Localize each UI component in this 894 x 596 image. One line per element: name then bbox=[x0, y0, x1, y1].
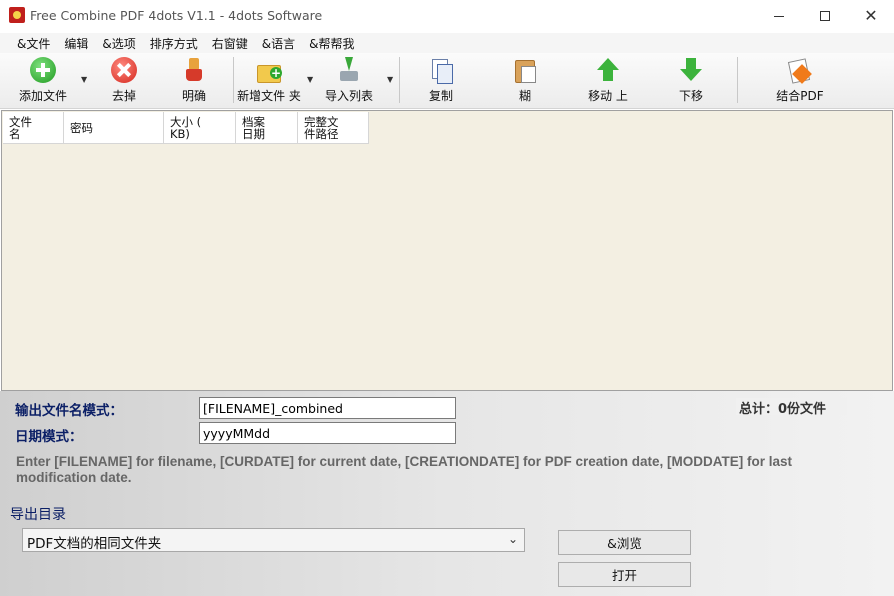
pattern-hint-text: Enter [FILENAME] for filename, [CURDATE]… bbox=[16, 454, 793, 485]
move-down-button[interactable]: 下移 bbox=[664, 55, 718, 105]
menu-options[interactable]: &选项 bbox=[95, 35, 142, 52]
add-folder-dropdown-icon[interactable]: ▼ bbox=[307, 75, 313, 84]
add-folder-label: 新增文件 夹 bbox=[237, 89, 301, 103]
combine-pdf-label: 结合PDF bbox=[776, 89, 824, 103]
import-list-dropdown-icon[interactable]: ▼ bbox=[387, 75, 393, 84]
output-options-panel: 输出文件名模式： 总计：0份文件 日期模式： Enter [FILENAME] … bbox=[0, 391, 894, 596]
column-header-filename[interactable]: 文件 名 bbox=[3, 112, 64, 144]
clear-label: 明确 bbox=[181, 89, 206, 103]
broom-icon bbox=[184, 57, 204, 83]
import-list-label: 导入列表 bbox=[324, 89, 373, 103]
column-header-size[interactable]: 大小 ( KB) bbox=[164, 112, 236, 144]
column-header-full-path[interactable]: 完整文 件路径 bbox=[298, 112, 369, 144]
column-header-password[interactable]: 密码 bbox=[64, 112, 164, 144]
menu-edit[interactable]: 编辑 bbox=[57, 35, 95, 52]
open-button[interactable]: 打开 bbox=[558, 562, 691, 587]
paste-label: 糊 bbox=[518, 89, 531, 103]
import-icon bbox=[336, 57, 362, 83]
arrow-up-icon bbox=[595, 57, 621, 83]
menu-right-click[interactable]: 右窗键 bbox=[205, 35, 255, 52]
arrow-down-icon bbox=[678, 57, 704, 83]
folder-plus-icon bbox=[256, 57, 282, 83]
add-folder-button[interactable]: 新增文件 夹 bbox=[236, 55, 302, 105]
date-pattern-input[interactable] bbox=[199, 422, 456, 444]
copy-icon bbox=[428, 57, 454, 84]
column-header-label: 档案 日期 bbox=[242, 115, 265, 141]
toolbar-separator bbox=[737, 57, 738, 103]
chevron-down-icon: ⌄ bbox=[507, 532, 518, 546]
date-pattern-label: 日期模式： bbox=[15, 429, 83, 445]
copy-button[interactable]: 复制 bbox=[414, 55, 468, 105]
column-header-label: 大小 ( KB) bbox=[170, 115, 202, 141]
column-header-label: 密码 bbox=[70, 121, 93, 135]
export-directory-value: PDF文档的相同文件夹 bbox=[27, 536, 162, 552]
add-files-button[interactable]: 添加文件 bbox=[10, 55, 76, 105]
plus-circle-icon bbox=[30, 57, 56, 83]
close-icon: ✕ bbox=[864, 6, 878, 25]
minimize-button[interactable] bbox=[756, 0, 802, 32]
minimize-icon bbox=[774, 15, 784, 17]
app-logo-icon bbox=[9, 7, 25, 23]
maximize-button[interactable] bbox=[802, 0, 848, 32]
toolbar: 添加文件 ▼ 去掉 明确 新增文件 夹 ▼ 导入列表 ▼ 复制 糊 移动 上 下… bbox=[0, 53, 894, 109]
output-filename-input[interactable] bbox=[199, 397, 456, 419]
column-header-label: 完整文 件路径 bbox=[304, 115, 339, 141]
remove-label: 去掉 bbox=[111, 89, 136, 103]
close-button[interactable]: ✕ bbox=[848, 0, 894, 32]
move-down-label: 下移 bbox=[678, 89, 703, 103]
title-bar: Free Combine PDF 4dots V1.1 - 4dots Soft… bbox=[0, 0, 894, 32]
column-header-label: 文件 名 bbox=[9, 115, 32, 141]
toolbar-separator bbox=[233, 57, 234, 103]
toolbar-separator bbox=[399, 57, 400, 103]
output-filename-label: 输出文件名模式： bbox=[15, 403, 123, 419]
add-files-label: 添加文件 bbox=[18, 89, 67, 103]
paste-button[interactable]: 糊 bbox=[498, 55, 552, 105]
copy-label: 复制 bbox=[428, 89, 453, 103]
combine-pdf-icon bbox=[787, 57, 813, 83]
maximize-icon bbox=[820, 11, 830, 21]
menu-sort[interactable]: 排序方式 bbox=[143, 35, 205, 52]
x-circle-icon bbox=[111, 57, 137, 83]
menu-bar: &文件 编辑 &选项 排序方式 右窗键 &语言 &帮帮我 bbox=[0, 33, 894, 53]
column-header-date[interactable]: 档案 日期 bbox=[236, 112, 298, 144]
window-title: Free Combine PDF 4dots V1.1 - 4dots Soft… bbox=[30, 8, 323, 23]
file-list[interactable]: 文件 名 密码 大小 ( KB) 档案 日期 完整文 件路径 bbox=[1, 110, 893, 391]
move-up-button[interactable]: 移动 上 bbox=[581, 55, 635, 105]
combine-pdf-button[interactable]: 结合PDF bbox=[770, 55, 830, 105]
move-up-label: 移动 上 bbox=[588, 89, 628, 103]
menu-file[interactable]: &文件 bbox=[10, 35, 57, 52]
menu-help[interactable]: &帮帮我 bbox=[302, 35, 361, 52]
clear-button[interactable]: 明确 bbox=[167, 55, 221, 105]
import-list-button[interactable]: 导入列表 bbox=[320, 55, 378, 105]
export-directory-select[interactable]: PDF文档的相同文件夹 ⌄ bbox=[22, 528, 525, 552]
add-files-dropdown-icon[interactable]: ▼ bbox=[81, 75, 87, 84]
total-files-count: 总计：0份文件 bbox=[736, 398, 847, 417]
browse-button[interactable]: &浏览 bbox=[558, 530, 691, 555]
remove-button[interactable]: 去掉 bbox=[97, 55, 151, 105]
export-directory-label: 导出目录 bbox=[10, 507, 66, 523]
paste-icon bbox=[512, 57, 538, 83]
menu-language[interactable]: &语言 bbox=[255, 35, 302, 52]
